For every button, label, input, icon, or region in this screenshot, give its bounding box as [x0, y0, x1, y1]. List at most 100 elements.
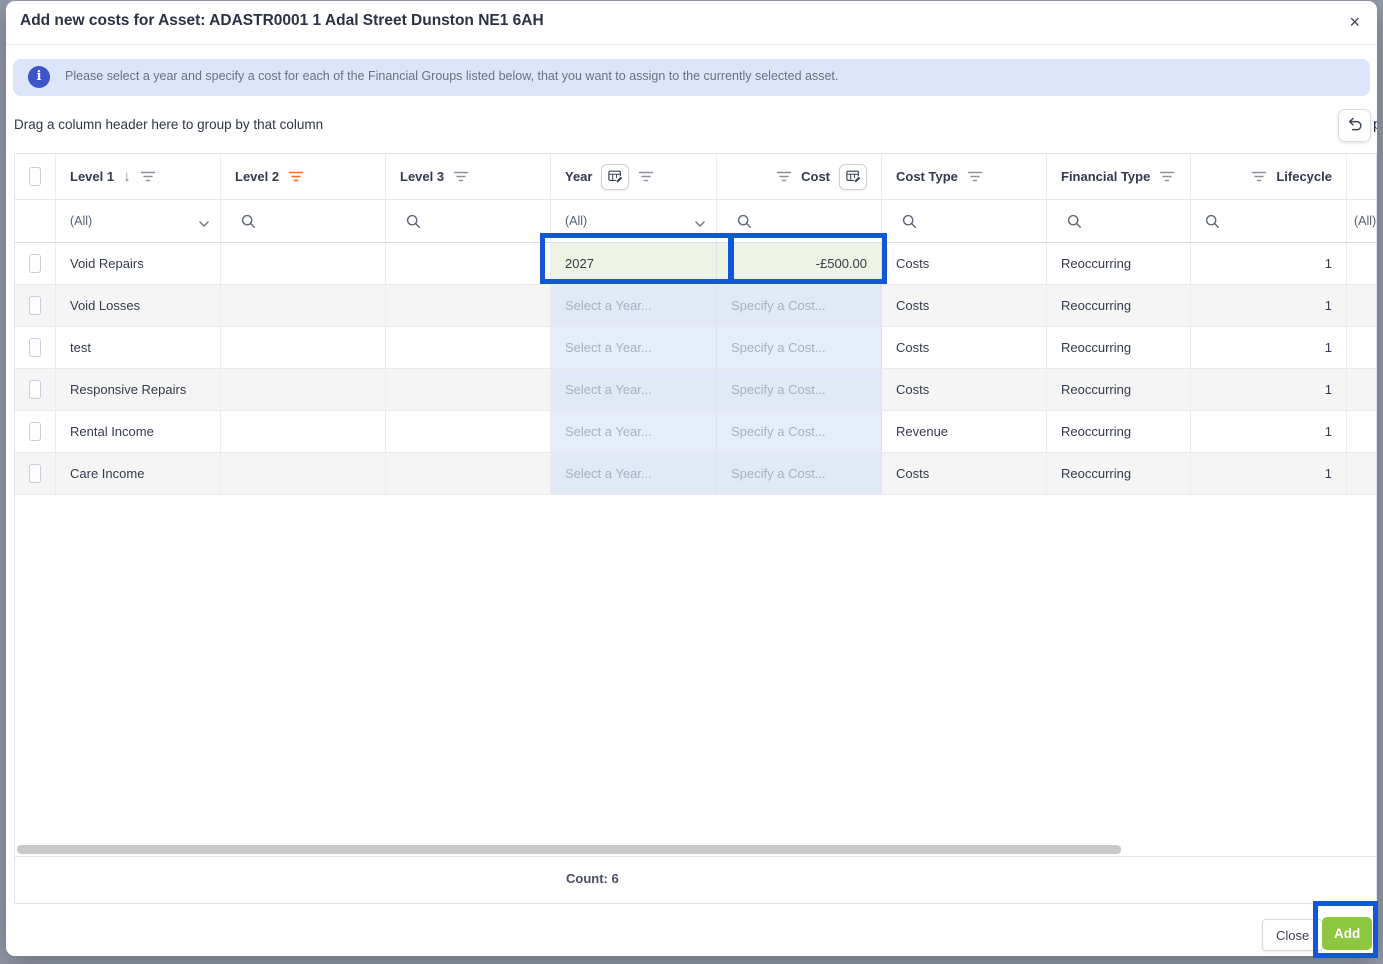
- column-header-cost-type[interactable]: Cost Type: [882, 154, 1047, 199]
- cell-lifecycle: 1: [1191, 285, 1347, 326]
- table-row: Care Income Select a Year... Specify a C…: [15, 453, 1376, 495]
- cell-cost-edited[interactable]: -£500.00: [717, 243, 882, 284]
- filter-year-select[interactable]: (All): [551, 200, 717, 242]
- cell-cost-type: Costs: [882, 327, 1047, 368]
- header-filter-icon[interactable]: [140, 170, 156, 183]
- search-icon: [241, 214, 256, 229]
- clipped-edge-text: p: [1373, 116, 1377, 133]
- row-checkbox[interactable]: [29, 254, 41, 273]
- cell-cost-editor[interactable]: Specify a Cost...: [717, 285, 882, 326]
- cell-level1: Care Income: [56, 453, 221, 494]
- column-header-lifecycle[interactable]: Lifecycle: [1191, 154, 1347, 199]
- costs-grid: Level 1 ↓ Level 2 Level 3 Year: [14, 153, 1377, 904]
- column-header-financial-type[interactable]: Financial Type: [1047, 154, 1191, 199]
- cell-cost-type: Costs: [882, 369, 1047, 410]
- cell-cost-editor[interactable]: Specify a Cost...: [717, 453, 882, 494]
- column-header-level1[interactable]: Level 1 ↓: [56, 154, 221, 199]
- cell-year-editor[interactable]: Select a Year...: [551, 453, 717, 494]
- table-row: test Select a Year... Specify a Cost... …: [15, 327, 1376, 369]
- info-icon: i: [28, 66, 50, 88]
- group-panel-hint: Drag a column header here to group by th…: [14, 117, 323, 132]
- sort-asc-icon[interactable]: ↓: [123, 168, 131, 185]
- header-filter-icon-active[interactable]: [288, 170, 304, 183]
- header-filter-icon[interactable]: [776, 170, 792, 183]
- cell-year-editor[interactable]: Select a Year...: [551, 285, 717, 326]
- header-filter-icon[interactable]: [967, 170, 983, 183]
- header-filter-icon[interactable]: [1251, 170, 1267, 183]
- close-button[interactable]: Close: [1262, 919, 1323, 951]
- cell-year-editor[interactable]: Select a Year...: [551, 369, 717, 410]
- column-header-overflow: [1347, 154, 1377, 199]
- row-checkbox[interactable]: [29, 422, 41, 441]
- cell-financial-type: Reoccurring: [1047, 369, 1191, 410]
- search-icon: [737, 214, 752, 229]
- column-header-level2[interactable]: Level 2: [221, 154, 386, 199]
- grid-header-row: Level 1 ↓ Level 2 Level 3 Year: [15, 154, 1376, 200]
- cell-level1: test: [56, 327, 221, 368]
- filter-level3-search[interactable]: [386, 200, 551, 242]
- cell-cost-type: Costs: [882, 243, 1047, 284]
- header-filter-icon[interactable]: [453, 170, 469, 183]
- row-checkbox[interactable]: [29, 338, 41, 357]
- table-row: Void Losses Select a Year... Specify a C…: [15, 285, 1376, 327]
- cell-cost-type: Revenue: [882, 411, 1047, 452]
- cell-lifecycle: 1: [1191, 369, 1347, 410]
- cell-lifecycle: 1: [1191, 453, 1347, 494]
- cell-financial-type: Reoccurring: [1047, 327, 1191, 368]
- cell-cost-type: Costs: [882, 453, 1047, 494]
- batch-edit-icon[interactable]: [601, 164, 629, 190]
- cell-lifecycle: 1: [1191, 243, 1347, 284]
- filter-level2-search[interactable]: [221, 200, 386, 242]
- cell-year-editor[interactable]: Select a Year...: [551, 411, 717, 452]
- filter-cost-search[interactable]: [717, 200, 882, 242]
- cell-year-edited[interactable]: 2027: [551, 243, 717, 284]
- revert-changes-button[interactable]: [1338, 109, 1371, 142]
- cell-cost-editor[interactable]: Specify a Cost...: [717, 369, 882, 410]
- cell-lifecycle: 1: [1191, 411, 1347, 452]
- grid-filter-row: (All) (All): [15, 200, 1376, 243]
- row-checkbox[interactable]: [29, 464, 41, 483]
- cell-level1: Void Repairs: [56, 243, 221, 284]
- chevron-down-icon: [694, 217, 706, 231]
- dialog-title: Add new costs for Asset: ADASTR0001 1 Ad…: [20, 12, 544, 30]
- row-count-label: Count: 6: [566, 871, 619, 886]
- filter-financial-type-search[interactable]: [1047, 200, 1191, 242]
- add-button[interactable]: Add: [1322, 917, 1372, 950]
- cell-year-editor[interactable]: Select a Year...: [551, 327, 717, 368]
- search-icon: [406, 214, 421, 229]
- filter-level1-select[interactable]: (All): [56, 200, 221, 242]
- column-header-level3[interactable]: Level 3: [386, 154, 551, 199]
- horizontal-scrollbar[interactable]: [17, 845, 1121, 854]
- select-all-checkbox[interactable]: [29, 167, 41, 186]
- info-banner-text: Please select a year and specify a cost …: [65, 69, 838, 83]
- filter-lifecycle-search[interactable]: [1191, 200, 1347, 242]
- info-banner: i Please select a year and specify a cos…: [13, 59, 1370, 96]
- select-all-cell: [15, 154, 56, 199]
- column-header-cost[interactable]: Cost: [717, 154, 882, 199]
- header-filter-icon[interactable]: [1159, 170, 1175, 183]
- header-filter-icon[interactable]: [638, 170, 654, 183]
- close-icon[interactable]: ×: [1349, 10, 1360, 34]
- cell-financial-type: Reoccurring: [1047, 411, 1191, 452]
- cell-financial-type: Reoccurring: [1047, 285, 1191, 326]
- filter-cost-type-search[interactable]: [882, 200, 1047, 242]
- grid-summary-row: Count: 6: [15, 856, 1376, 903]
- search-icon: [1067, 214, 1082, 229]
- row-checkbox[interactable]: [29, 296, 41, 315]
- cell-cost-editor[interactable]: Specify a Cost...: [717, 411, 882, 452]
- cell-cost-type: Costs: [882, 285, 1047, 326]
- batch-edit-icon[interactable]: [839, 164, 867, 190]
- dialog-title-bar: Add new costs for Asset: ADASTR0001 1 Ad…: [6, 1, 1377, 45]
- row-checkbox[interactable]: [29, 380, 41, 399]
- cell-financial-type: Reoccurring: [1047, 453, 1191, 494]
- chevron-down-icon: [198, 217, 210, 231]
- search-icon: [902, 214, 917, 229]
- grid-empty-area: [15, 495, 1376, 856]
- cell-level1: Rental Income: [56, 411, 221, 452]
- cell-financial-type: Reoccurring: [1047, 243, 1191, 284]
- cell-level1: Responsive Repairs: [56, 369, 221, 410]
- undo-icon: [1346, 115, 1363, 137]
- filter-overflow-select[interactable]: (All): [1347, 200, 1377, 242]
- cell-cost-editor[interactable]: Specify a Cost...: [717, 327, 882, 368]
- column-header-year[interactable]: Year: [551, 154, 717, 199]
